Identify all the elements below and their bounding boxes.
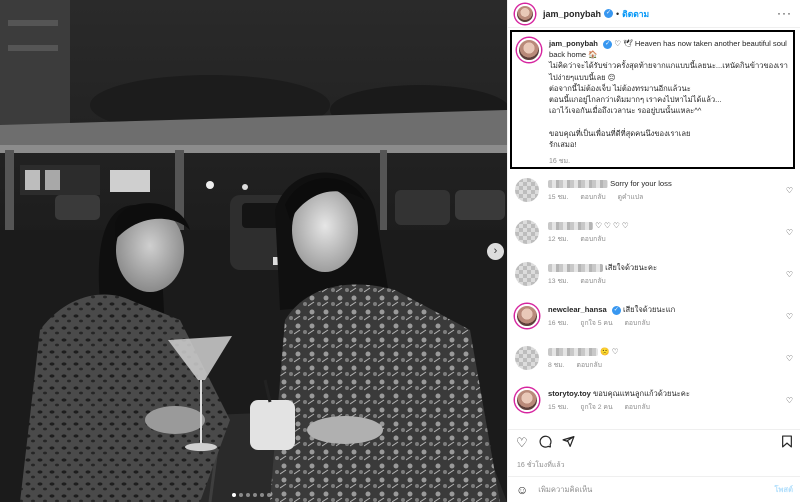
commenter-avatar[interactable] [515,178,539,202]
caption-timestamp: 16 ชม. [549,158,571,166]
reply-button[interactable]: ตอบกลับ [577,362,602,369]
comment-time: 13 ชม. [548,278,569,285]
verified-badge-icon: ✓ [611,305,621,315]
comment-like-heart-icon[interactable]: ♡ [786,312,793,321]
photo-illustration [0,0,507,502]
caption-text: jam_ponybah ✓ ♡ 🕊 Heaven has now taken a… [549,38,788,167]
comment-item: newclear_hansa ✓ เสียใจด้วยนะแก 16 ชม. ถ… [508,304,800,346]
post-photo[interactable]: › [0,0,507,502]
commenter-avatar[interactable] [515,388,539,412]
caption-author-avatar[interactable] [517,38,541,62]
reply-button[interactable]: ตอบกลับ [580,194,605,201]
carousel-dot [246,493,250,497]
next-photo-button[interactable]: › [487,243,504,260]
reply-button[interactable]: ตอบกลับ [625,404,650,411]
comment-item: storytoy.toy ขอบคุณแทนลูกแก้วด้วยนะคะ 15… [508,388,800,428]
reply-button[interactable]: ตอบกลับ [580,278,605,285]
comment-text: เสียใจด้วยนะคะ [605,263,658,272]
commenter-username-blurred[interactable] [548,348,598,356]
emoji-icon[interactable]: ☺ [516,483,528,497]
author-avatar[interactable] [515,3,535,24]
caption-line: ขอบคุณที่เป็นเพื่อนที่ดีที่สุดคนนึงของเร… [549,128,691,138]
comment-text: 🙁 ♡ [600,347,619,356]
carousel-dot [232,493,236,497]
caption-username[interactable]: jam_ponybah [549,39,598,48]
comment-likes[interactable]: ถูกใจ 2 คน [580,404,612,411]
commenter-username-blurred[interactable] [548,264,603,272]
comment-item: เสียใจด้วยนะคะ 13 ชม. ตอบกลับ ♡ [508,262,800,304]
heart-icon[interactable]: ♡ [516,435,528,451]
separator-dot: • [616,8,620,19]
comment-item: 🙁 ♡ 8 ชม. ตอบกลับ ♡ [508,346,800,388]
comment-text: ขอบคุณแทนลูกแก้วด้วยนะคะ [593,389,690,398]
commenter-username-blurred[interactable] [548,180,608,188]
reply-button[interactable]: ตอบกลับ [625,320,650,327]
post-caption: jam_ponybah ✓ ♡ 🕊 Heaven has now taken a… [510,30,795,169]
follow-button[interactable]: ติดตาม [622,7,649,21]
post-timestamp: 16 ชั่วโมงที่แล้ว [517,462,565,469]
comment-like-heart-icon[interactable]: ♡ [786,396,793,405]
post-comment-button[interactable]: โพสต์ [774,484,793,496]
commenter-avatar[interactable] [515,220,539,244]
commenter-avatar[interactable] [515,304,539,328]
author-username[interactable]: jam_ponybah [543,9,601,19]
bookmark-icon[interactable] [781,435,793,451]
comment-like-heart-icon[interactable]: ♡ [786,354,793,363]
verified-badge-icon: ✓ [604,9,614,18]
post-side-panel: jam_ponybah ✓ • ติดตาม ··· jam_ponybah ✓… [507,0,800,502]
comment-like-heart-icon[interactable]: ♡ [786,228,793,237]
carousel-dot [253,493,257,497]
commenter-avatar[interactable] [515,346,539,370]
comment-text: ♡ ♡ ♡ ♡ [595,221,629,230]
comment-text: เสียใจด้วยนะแก [622,305,676,314]
post-header: jam_ponybah ✓ • ติดตาม ··· [508,0,800,28]
comment-time: 15 ชม. [548,404,569,411]
carousel-dot [260,493,264,497]
comment-item: Sorry for your loss 15 ชม. ตอบกลับ ดูคำแ… [508,178,800,220]
comment-time: 15 ชม. [548,194,569,201]
comment-text: Sorry for your loss [610,179,672,188]
post-action-bar: ♡ [508,429,800,453]
comment-time: 8 ชม. [548,362,565,369]
comment-item: ♡ ♡ ♡ ♡ 12 ชม. ตอบกลับ ♡ [508,220,800,262]
commenter-username[interactable]: newclear_hansa [548,305,607,314]
comments-list: Sorry for your loss 15 ชม. ตอบกลับ ดูคำแ… [508,178,800,428]
caption-line: ไม่คิดว่าจะได้รับข่าวครั้งสุดท้ายจากแกแบ… [549,61,788,82]
add-comment-bar: ☺ โพสต์ [508,476,800,502]
verified-badge-icon: ✓ [603,39,613,49]
comment-time: 16 ชม. [548,320,569,327]
instagram-post-view: › jam_ponybah ✓ • ติดตาม ··· jam_ponybah [0,0,800,502]
carousel-dot [239,493,243,497]
comment-input[interactable] [538,485,739,494]
commenter-username[interactable]: storytoy.toy [548,389,591,398]
share-icon[interactable] [562,435,575,451]
reply-button[interactable]: ตอบกลับ [580,236,605,243]
comment-time: 12 ชม. [548,236,569,243]
carousel-indicator [232,493,271,497]
caption-line: เอาไว้เจอกันเมื่อถึงเวลานะ รออยู่บนนั้นแ… [549,106,702,116]
comment-like-heart-icon[interactable]: ♡ [786,270,793,279]
comment-likes[interactable]: ถูกใจ 5 คน [580,320,612,327]
more-options-button[interactable]: ··· [777,6,792,20]
translate-button[interactable]: ดูคำแปล [618,194,644,201]
commenter-avatar[interactable] [515,262,539,286]
comment-like-heart-icon[interactable]: ♡ [786,186,793,195]
caption-line: ตอนนี้แกอยู่ไกลกว่าเดิมมากๆ เราคงไปหาไม่… [549,95,722,105]
caption-line: ต่อจากนี้ไม่ต้องเจ็บ ไม่ต้องทรมานอีกแล้ว… [549,83,691,93]
comment-icon[interactable] [539,435,552,451]
caption-line: รักเสมอ! [549,139,577,149]
carousel-dot [267,493,271,497]
commenter-username-blurred[interactable] [548,222,593,230]
